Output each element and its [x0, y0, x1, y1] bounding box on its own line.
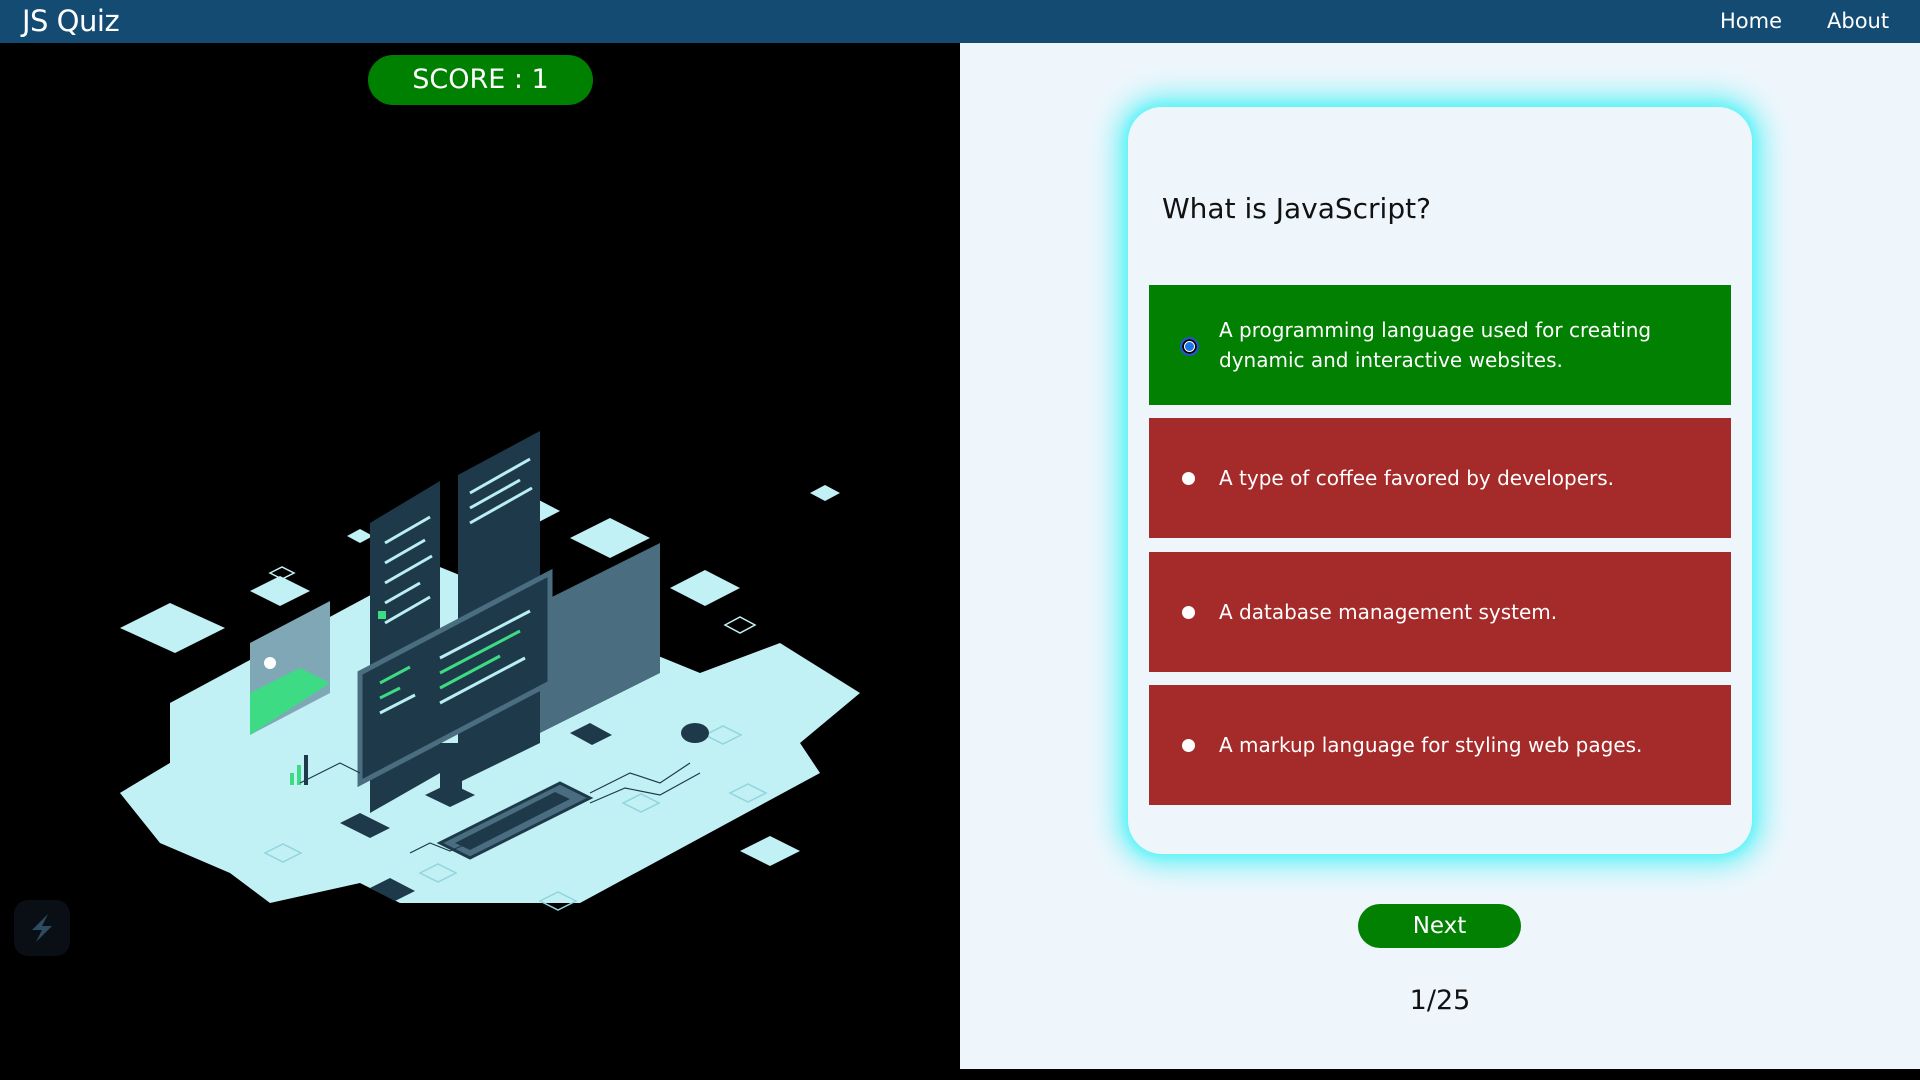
- app-logo-icon[interactable]: [14, 900, 70, 956]
- app-title[interactable]: JS Quiz: [22, 2, 120, 40]
- question-text: What is JavaScript?: [1162, 192, 1431, 225]
- left-illustration-panel: SCORE : 1: [0, 43, 960, 1080]
- isometric-computer-workspace-illustration: [120, 431, 860, 911]
- answer-option-4[interactable]: A markup language for styling web pages.: [1149, 685, 1731, 805]
- answer-label-1: A programming language used for creating…: [1219, 318, 1652, 372]
- quiz-card: What is JavaScript? A programming langua…: [1128, 107, 1752, 854]
- answer-radio-4[interactable]: [1182, 739, 1195, 752]
- next-button[interactable]: Next: [1358, 904, 1521, 948]
- answer-option-2[interactable]: A type of coffee favored by developers.: [1149, 418, 1731, 538]
- top-navbar: JS Quiz Home About: [0, 0, 1920, 43]
- nav-about-link[interactable]: About: [1827, 8, 1889, 34]
- answer-label-2: A type of coffee favored by developers.: [1219, 466, 1615, 490]
- answer-label-4: A markup language for styling web pages.: [1219, 733, 1643, 757]
- question-progress: 1/25: [1409, 985, 1471, 1016]
- answer-option-3[interactable]: A database management system.: [1149, 552, 1731, 672]
- right-quiz-panel: What is JavaScript? A programming langua…: [960, 43, 1920, 1069]
- answer-option-1[interactable]: A programming language used for creating…: [1149, 285, 1731, 405]
- answer-radio-2[interactable]: [1182, 472, 1195, 485]
- answer-label-3: A database management system.: [1219, 600, 1558, 624]
- score-badge: SCORE : 1: [368, 55, 593, 105]
- answer-radio-1[interactable]: [1180, 337, 1199, 356]
- answer-radio-3[interactable]: [1182, 606, 1195, 619]
- nav-home-link[interactable]: Home: [1720, 8, 1782, 34]
